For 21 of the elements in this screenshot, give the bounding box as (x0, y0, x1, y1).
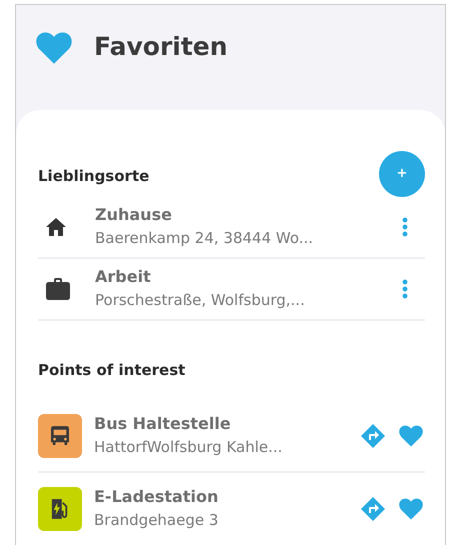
section-title: Points of interest (38, 360, 186, 380)
add-button[interactable]: + (379, 150, 425, 196)
favorite-heart-icon[interactable] (399, 425, 423, 447)
directions-icon[interactable] (361, 497, 385, 521)
directions-icon[interactable] (361, 424, 385, 448)
place-address: Baerenkamp 24, 38444 Wo... (95, 228, 314, 248)
place-name: Zuhause (95, 204, 173, 226)
place-name: Arbeit (95, 266, 152, 288)
more-options-icon[interactable] (402, 216, 408, 236)
place-address: Porschestraße, Wolfsburg,... (95, 290, 306, 310)
more-options-icon[interactable] (402, 278, 408, 298)
favorite-heart-icon[interactable] (399, 498, 423, 520)
section-title: Lieblingsorte (38, 166, 150, 188)
house-icon (46, 218, 66, 236)
heart-icon (36, 31, 72, 65)
poi-address: HattorfWolfsburg Kahle... (94, 437, 284, 458)
briefcase-icon (46, 278, 70, 300)
poi-address: Brandgehaege 3 (94, 510, 220, 531)
page-title: Favoriten (94, 31, 228, 63)
poi-name: Bus Haltestelle (94, 413, 232, 435)
poi-name: E-Ladestation (94, 486, 220, 508)
